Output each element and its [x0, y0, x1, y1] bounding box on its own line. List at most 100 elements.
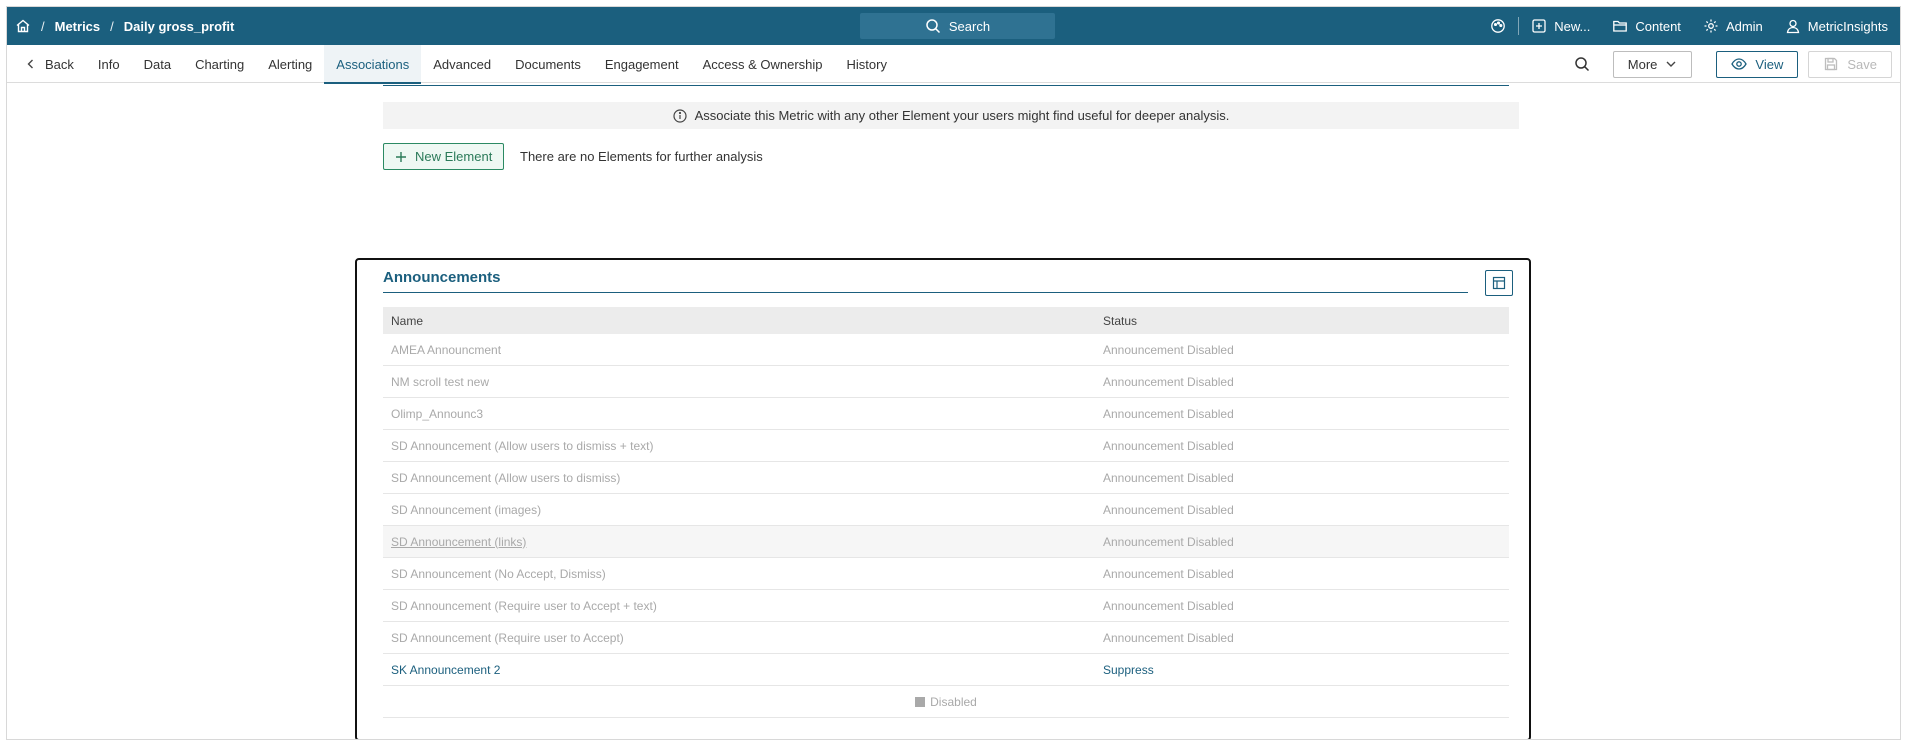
view-button[interactable]: View — [1716, 50, 1799, 78]
row-status: Announcement Disabled — [1103, 438, 1234, 453]
row-name: SD Announcement (Allow users to dismiss … — [391, 438, 654, 453]
search-icon — [925, 18, 941, 34]
plus-square-icon — [1531, 18, 1547, 34]
plus-icon — [395, 151, 407, 163]
chevron-left-icon — [25, 58, 37, 70]
tab-history[interactable]: History — [835, 45, 899, 83]
global-search[interactable]: Search — [860, 13, 1055, 39]
tab-access-ownership[interactable]: Access & Ownership — [691, 45, 835, 83]
legend-label: Disabled — [930, 694, 977, 709]
tab-associations[interactable]: Associations — [324, 45, 422, 84]
row-status: Announcement Disabled — [1103, 470, 1234, 485]
table-row[interactable]: SD Announcement (Require user to Accept)… — [383, 622, 1509, 654]
title-underline — [383, 292, 1468, 293]
top-right-actions: New... Content Admin MetricInsights — [1490, 7, 1888, 45]
content-label: Content — [1635, 18, 1681, 34]
section-divider — [383, 84, 1509, 86]
table-row[interactable]: SD Announcement (Require user to Accept … — [383, 590, 1509, 622]
tab-data[interactable]: Data — [132, 45, 183, 83]
row-name-link[interactable]: SD Announcement (links) — [391, 535, 526, 549]
row-status: Announcement Disabled — [1103, 534, 1234, 549]
row-status-suppress[interactable]: Suppress — [1103, 663, 1509, 677]
palette-icon[interactable] — [1490, 18, 1506, 34]
breadcrumb-current: Daily gross_profit — [123, 18, 235, 34]
element-tab-bar: Back Info Data Charting Alerting Associa… — [7, 45, 1900, 84]
announcements-title: Announcements — [383, 269, 501, 286]
info-text: Associate this Metric with any other Ele… — [694, 108, 1230, 123]
save-button[interactable]: Save — [1808, 50, 1892, 78]
tab-engagement[interactable]: Engagement — [593, 45, 691, 83]
row-name: SD Announcement (links) — [383, 535, 1103, 549]
folder-icon — [1612, 18, 1628, 34]
more-label: More — [1627, 56, 1658, 72]
user-label: MetricInsights — [1807, 18, 1888, 34]
row-name: NM scroll test new — [391, 374, 490, 389]
tab-info[interactable]: Info — [86, 45, 132, 83]
tab-advanced[interactable]: Advanced — [421, 45, 503, 83]
column-header-status[interactable]: Status — [1103, 314, 1509, 328]
table-row[interactable]: AMEA Announcment Announcement Disabled — [383, 334, 1509, 366]
tab-bar-tools: More View Save — [1567, 45, 1892, 83]
row-name: SD Announcement (No Accept, Dismiss) — [391, 566, 606, 581]
table-row[interactable]: SD Announcement (images) Announcement Di… — [383, 494, 1509, 526]
row-status: Announcement Disabled — [1103, 374, 1234, 389]
row-name: SD Announcement (images) — [391, 502, 542, 517]
row-name: Olimp_Announc3 — [391, 406, 484, 421]
new-menu[interactable]: New... — [1531, 18, 1590, 34]
layout-toggle-button[interactable] — [1485, 270, 1513, 296]
divider — [1518, 17, 1520, 35]
layout-icon — [1492, 276, 1506, 290]
tab-alerting[interactable]: Alerting — [256, 45, 324, 83]
row-status: Announcement Disabled — [1103, 502, 1234, 517]
row-status: Announcement Disabled — [1103, 630, 1234, 645]
new-label: New... — [1554, 18, 1591, 34]
table-row[interactable]: SD Announcement (Allow users to dismiss … — [383, 430, 1509, 462]
eye-icon — [1731, 56, 1748, 72]
user-menu[interactable]: MetricInsights — [1785, 18, 1888, 34]
table-row[interactable]: NM scroll test new Announcement Disabled — [383, 366, 1509, 398]
row-status: Announcement Disabled — [1103, 406, 1234, 421]
back-button[interactable]: Back — [21, 45, 86, 83]
gear-icon — [1703, 18, 1719, 34]
search-icon — [1574, 56, 1590, 72]
announcements-table: Name Status AMEA Announcment Announcemen… — [383, 307, 1509, 718]
new-element-button[interactable]: New Element — [383, 143, 505, 170]
empty-elements-text: There are no Elements for further analys… — [520, 149, 763, 164]
table-row[interactable]: SD Announcement (No Accept, Dismiss) Ann… — [383, 558, 1509, 590]
tab-list: Back Info Data Charting Alerting Associa… — [21, 45, 899, 84]
row-status: Announcement Disabled — [1103, 598, 1234, 613]
tab-charting[interactable]: Charting — [183, 45, 256, 83]
row-name: SD Announcement (Require user to Accept … — [391, 598, 657, 613]
page-search-button[interactable] — [1567, 50, 1597, 78]
admin-menu[interactable]: Admin — [1703, 18, 1763, 34]
table-row[interactable]: Olimp_Announc3 Announcement Disabled — [383, 398, 1509, 430]
announcements-panel: Announcements Name Status AMEA Announcme… — [355, 258, 1531, 739]
table-header: Name Status — [383, 307, 1509, 334]
breadcrumb-metrics[interactable]: Metrics — [55, 19, 101, 34]
row-name: SK Announcement 2 — [391, 662, 501, 677]
info-icon — [673, 108, 687, 123]
table-legend: Disabled — [383, 686, 1509, 718]
table-row-hovered[interactable]: SD Announcement (links) Announcement Dis… — [383, 526, 1509, 558]
chevron-down-icon — [1665, 58, 1677, 70]
row-name: SD Announcement (Allow users to dismiss) — [391, 470, 621, 485]
save-label: Save — [1847, 56, 1877, 72]
info-banner: Associate this Metric with any other Ele… — [383, 102, 1519, 129]
row-name: AMEA Announcment — [391, 342, 502, 357]
app-window: / Metrics / Daily gross_profit Search Ne… — [6, 6, 1901, 740]
home-icon[interactable] — [15, 18, 31, 34]
column-header-name[interactable]: Name — [383, 314, 1103, 328]
search-label: Search — [948, 18, 991, 34]
content-menu[interactable]: Content — [1612, 18, 1681, 34]
page-content: Associate this Metric with any other Ele… — [7, 84, 1900, 739]
user-icon — [1785, 18, 1801, 34]
tab-documents[interactable]: Documents — [503, 45, 593, 83]
table-row[interactable]: SD Announcement (Allow users to dismiss)… — [383, 462, 1509, 494]
row-name: SD Announcement (Require user to Accept) — [391, 630, 624, 645]
floppy-disk-icon — [1823, 56, 1839, 72]
top-navigation-bar: / Metrics / Daily gross_profit Search Ne… — [7, 7, 1900, 45]
row-status: Announcement Disabled — [1103, 566, 1234, 581]
table-row-active[interactable]: SK Announcement 2 Suppress — [383, 654, 1509, 686]
more-dropdown[interactable]: More — [1612, 50, 1693, 78]
new-element-label: New Element — [415, 149, 493, 164]
